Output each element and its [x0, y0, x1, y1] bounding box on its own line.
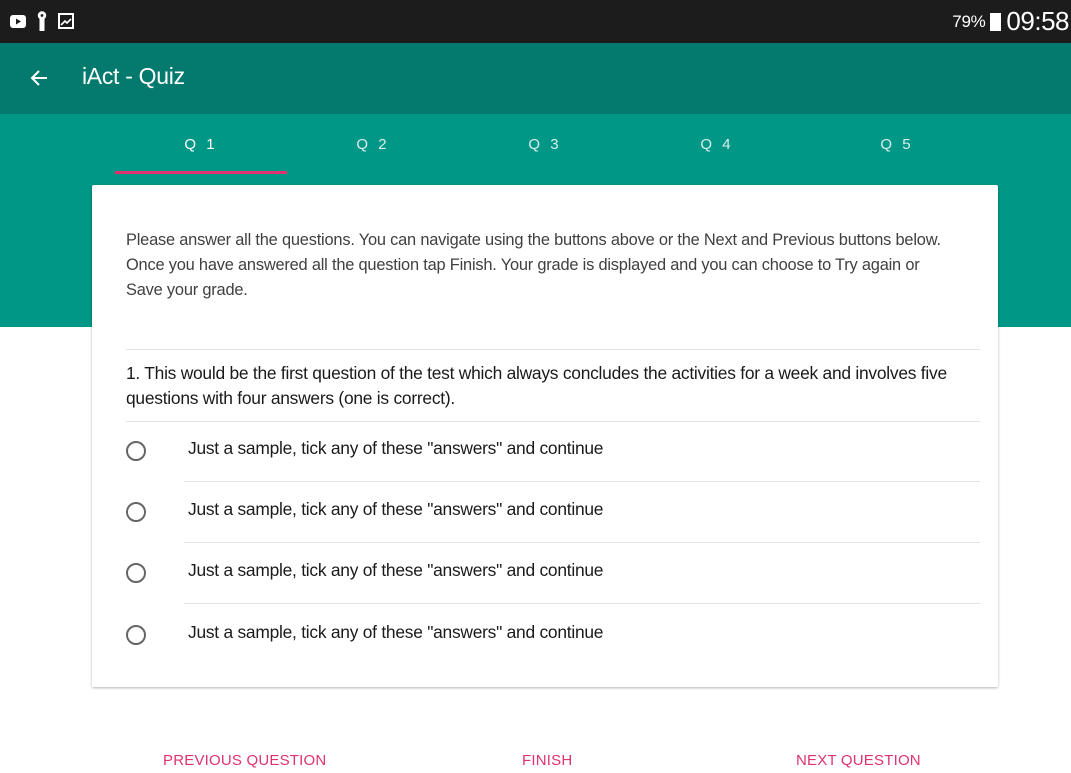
status-bar: 79% 09:58: [0, 0, 1071, 43]
tab-label: Q 5: [880, 136, 914, 153]
answer-label: Just a sample, tick any of these "answer…: [188, 499, 604, 519]
answer-label: Just a sample, tick any of these "answer…: [188, 622, 604, 642]
tab-label: Q 3: [528, 136, 562, 153]
tab-q2[interactable]: Q 2: [287, 114, 459, 176]
tab-q1[interactable]: Q 1: [115, 114, 287, 176]
divider: [184, 603, 980, 604]
instructions-text: Please answer all the questions. You can…: [126, 231, 941, 299]
divider: [126, 349, 980, 350]
radio-button[interactable]: [126, 502, 146, 522]
quiz-card: Please answer all the questions. You can…: [92, 185, 998, 687]
next-question-button[interactable]: NEXT QUESTION: [796, 752, 921, 769]
battery-icon: [990, 13, 1002, 31]
clock: 09:58: [1006, 6, 1069, 36]
tab-label: Q 1: [184, 136, 218, 153]
status-right: 79% 09:58: [952, 6, 1069, 37]
tab-label: Q 2: [356, 136, 390, 153]
battery-percentage: 79%: [952, 11, 986, 31]
tab-q3[interactable]: Q 3: [459, 114, 631, 176]
answer-option-4[interactable]: Just a sample, tick any of these "answer…: [92, 607, 998, 665]
divider: [126, 421, 980, 422]
key-icon: [37, 11, 47, 31]
finish-button[interactable]: FINISH: [522, 752, 572, 769]
answer-option-2[interactable]: Just a sample, tick any of these "answer…: [92, 484, 998, 542]
app-title: iAct - Quiz: [82, 63, 185, 89]
back-button[interactable]: [18, 63, 54, 93]
radio-button[interactable]: [126, 441, 146, 461]
radio-button[interactable]: [126, 563, 146, 583]
tab-label: Q 4: [700, 136, 734, 153]
arrow-left-icon: [30, 70, 47, 86]
answer-label: Just a sample, tick any of these "answer…: [188, 438, 604, 458]
previous-question-button[interactable]: PREVIOUS QUESTION: [163, 752, 326, 769]
radio-button[interactable]: [126, 625, 146, 645]
answer-option-1[interactable]: Just a sample, tick any of these "answer…: [92, 423, 998, 481]
answer-label: Just a sample, tick any of these "answer…: [188, 560, 604, 580]
notification-icons: [10, 11, 74, 31]
question-tabs: Q 1 Q 2 Q 3 Q 4 Q 5: [0, 114, 1071, 176]
tab-indicator: [115, 171, 287, 174]
divider: [184, 481, 980, 482]
tab-q5[interactable]: Q 5: [811, 114, 983, 176]
app-bar: iAct - Quiz: [0, 43, 1071, 114]
image-icon: [58, 13, 74, 29]
divider: [184, 542, 980, 543]
tab-q4[interactable]: Q 4: [631, 114, 803, 176]
video-icon: [10, 14, 26, 28]
answer-option-3[interactable]: Just a sample, tick any of these "answer…: [92, 545, 998, 603]
question-text: 1. This would be the first question of t…: [126, 363, 947, 408]
